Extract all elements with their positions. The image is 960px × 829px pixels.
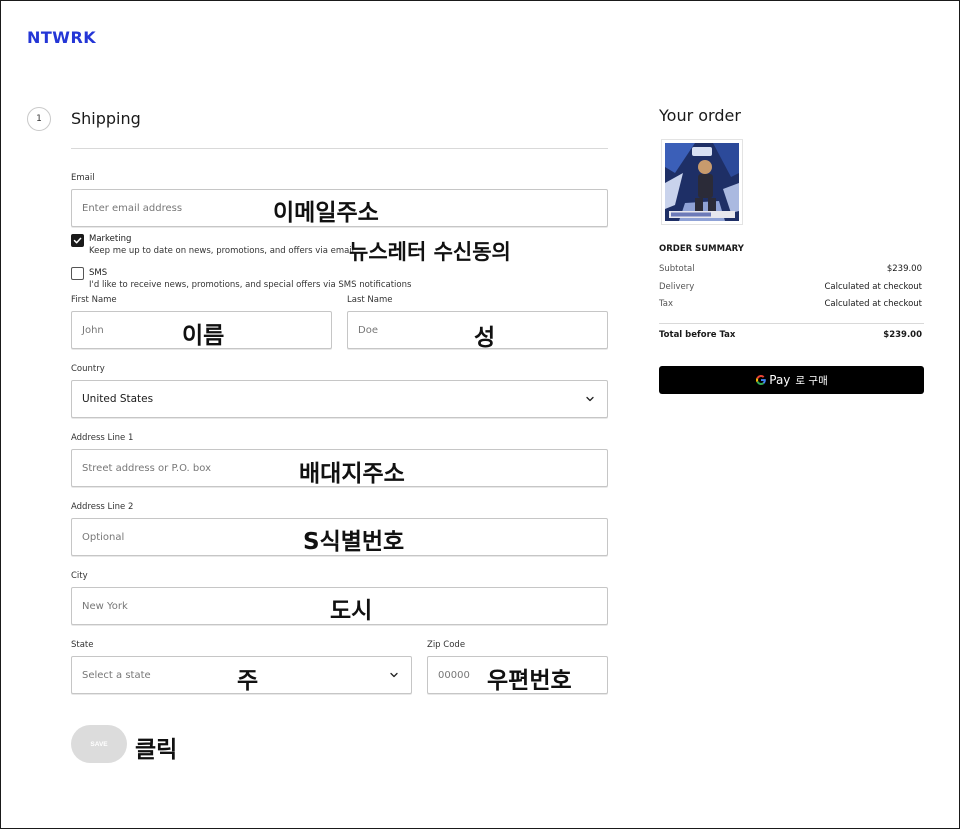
zip-label: Zip Code — [427, 640, 466, 650]
sms-checkbox[interactable] — [71, 267, 84, 280]
address2-annotation: S식별번호 — [303, 529, 405, 555]
shipping-title: Shipping — [71, 109, 141, 128]
summary-divider — [659, 323, 924, 324]
last-name-label: Last Name — [347, 295, 393, 305]
email-annotation: 이메일주소 — [273, 200, 379, 226]
gpay-pay-text: Pay — [769, 373, 791, 387]
page-frame: NTWRK 1 Shipping Email Enter email addre… — [0, 0, 960, 829]
zip-placeholder: 00000 — [438, 669, 470, 681]
gpay-buy-text: 로 구매 — [795, 374, 828, 387]
marketing-annotation: 뉴스레터 수신동의 — [349, 240, 511, 264]
state-placeholder: Select a state — [82, 669, 151, 681]
email-label: Email — [71, 173, 95, 183]
state-annotation: 주 — [237, 668, 259, 694]
first-name-annotation: 이름 — [182, 323, 225, 349]
tax-label: Tax — [659, 299, 674, 309]
save-annotation: 클릭 — [135, 737, 178, 763]
country-label: Country — [71, 364, 105, 374]
marketing-description: Keep me up to date on news, promotions, … — [89, 246, 355, 256]
last-name-annotation: 성 — [474, 325, 496, 351]
ntwrk-logo[interactable]: NTWRK — [27, 28, 96, 47]
marketing-checkbox[interactable] — [71, 234, 84, 247]
google-g-icon — [756, 375, 767, 385]
first-name-placeholder: John — [82, 324, 104, 336]
delivery-label: Delivery — [659, 282, 695, 292]
step-indicator: 1 — [27, 107, 51, 131]
product-thumbnail[interactable] — [661, 139, 743, 225]
tax-value: Calculated at checkout — [824, 299, 922, 309]
chevron-down-icon — [586, 396, 594, 402]
city-label: City — [71, 571, 88, 581]
address2-placeholder: Optional — [82, 531, 125, 543]
address2-label: Address Line 2 — [71, 502, 134, 512]
marketing-title: Marketing — [89, 234, 132, 244]
sms-description: I'd like to receive news, promotions, an… — [89, 280, 412, 290]
state-label: State — [71, 640, 94, 650]
your-order-title: Your order — [659, 106, 741, 125]
checkmark-icon — [73, 237, 82, 244]
save-button[interactable]: SAVE — [71, 725, 127, 763]
first-name-label: First Name — [71, 295, 117, 305]
subtotal-value: $239.00 — [886, 264, 922, 274]
address1-label: Address Line 1 — [71, 433, 134, 443]
address1-annotation: 배대지주소 — [299, 461, 405, 487]
delivery-value: Calculated at checkout — [824, 282, 922, 292]
chevron-down-icon — [390, 672, 398, 678]
country-value: United States — [82, 393, 154, 405]
order-summary-title: ORDER SUMMARY — [659, 244, 744, 254]
subtotal-label: Subtotal — [659, 264, 695, 274]
city-placeholder: New York — [82, 600, 128, 612]
address1-placeholder: Street address or P.O. box — [82, 462, 211, 474]
product-image — [665, 143, 739, 221]
shipping-divider — [71, 148, 608, 149]
country-select[interactable]: United States — [71, 380, 608, 418]
zip-annotation: 우편번호 — [487, 668, 572, 694]
city-annotation: 도시 — [330, 598, 373, 624]
email-placeholder: Enter email address — [82, 202, 183, 214]
google-pay-button[interactable]: Pay 로 구매 — [659, 366, 924, 394]
total-label: Total before Tax — [659, 330, 736, 340]
total-value: $239.00 — [883, 330, 922, 340]
sms-title: SMS — [89, 268, 108, 278]
last-name-placeholder: Doe — [358, 324, 378, 336]
